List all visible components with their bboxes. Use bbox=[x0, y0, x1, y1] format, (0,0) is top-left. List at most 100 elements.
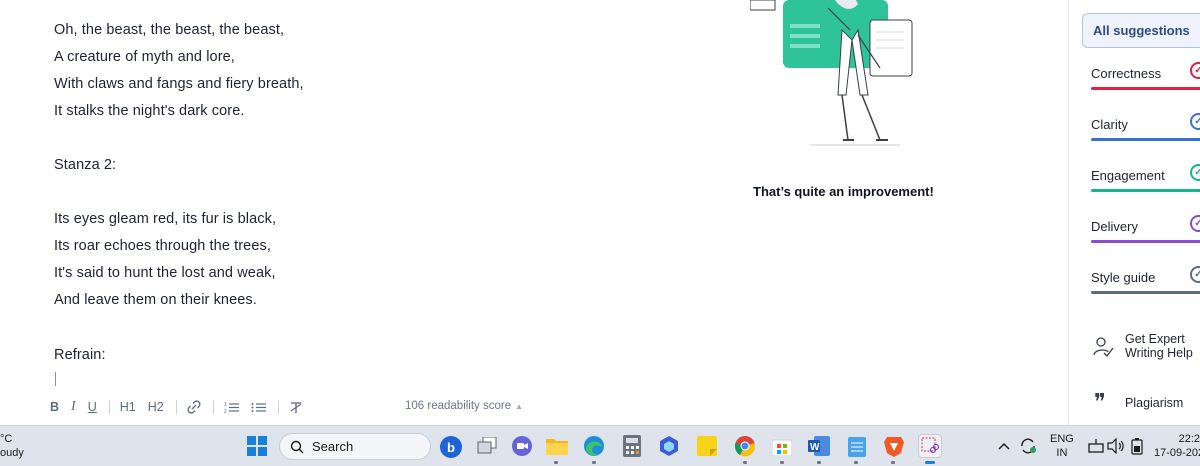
text-caret bbox=[55, 372, 56, 386]
category-style-guide[interactable]: Style guide ✓ bbox=[1091, 266, 1200, 295]
clock-time: 22:2 bbox=[1178, 433, 1200, 445]
poem-line: It stalks the night's dark core. bbox=[54, 103, 245, 119]
poem-line: Its eyes gleam red, its fur is black, bbox=[54, 211, 277, 227]
poem-line: With claws and fangs and fiery breath, bbox=[54, 76, 304, 92]
category-label: Delivery bbox=[1091, 219, 1138, 234]
link-icon[interactable] bbox=[187, 400, 201, 414]
category-correctness[interactable]: Correctness ✓ bbox=[1091, 62, 1200, 91]
checkmark-icon: ✓ bbox=[1190, 215, 1200, 232]
category-label: Style guide bbox=[1091, 270, 1156, 285]
poem-line: Its roar echoes through the trees, bbox=[54, 238, 271, 254]
svg-text:1: 1 bbox=[224, 402, 227, 408]
taskbar-search[interactable]: Search bbox=[279, 433, 431, 460]
toolbar-divider bbox=[212, 400, 214, 414]
poem-line: Oh, the beast, the beast, the beast, bbox=[54, 22, 285, 38]
category-bar bbox=[1091, 138, 1200, 141]
all-suggestions-button[interactable]: All suggestions bbox=[1082, 13, 1200, 48]
task-view-icon[interactable] bbox=[475, 434, 499, 458]
stanza-heading: Stanza 2: bbox=[54, 157, 117, 173]
clock[interactable]: 22:2 17-09-202 bbox=[1150, 432, 1200, 460]
checkmark-icon: ✓ bbox=[1190, 266, 1200, 283]
bold-button[interactable]: B bbox=[50, 397, 59, 417]
quote-icon: ❞ bbox=[1094, 390, 1106, 415]
edge-browser-icon[interactable] bbox=[582, 434, 606, 458]
chevron-up-icon: ▲ bbox=[515, 402, 524, 411]
search-icon bbox=[290, 440, 304, 453]
region-code: IN bbox=[1056, 447, 1068, 459]
clock-date: 17-09-202 bbox=[1154, 447, 1200, 459]
weather-desc: oudy bbox=[0, 447, 24, 459]
category-delivery[interactable]: Delivery ✓ bbox=[1091, 215, 1200, 244]
language-code: ENG bbox=[1050, 433, 1074, 445]
running-indicator bbox=[554, 461, 558, 464]
italic-button[interactable]: I bbox=[71, 397, 76, 417]
svg-text:W: W bbox=[810, 442, 820, 453]
microsoft-store-icon[interactable] bbox=[770, 434, 794, 458]
battery-icon[interactable] bbox=[1125, 434, 1149, 458]
sticky-notes-icon[interactable] bbox=[695, 434, 719, 458]
category-engagement[interactable]: Engagement ✓ bbox=[1091, 164, 1200, 193]
document-editor[interactable]: Oh, the beast, the beast, the beast, A c… bbox=[0, 0, 1068, 425]
poem-line: And leave them on their knees. bbox=[54, 292, 257, 308]
chrome-icon[interactable] bbox=[733, 434, 757, 458]
svg-text:2: 2 bbox=[224, 409, 227, 414]
poem-line: It's said to hunt the lost and weak, bbox=[54, 265, 276, 281]
word-icon[interactable]: W bbox=[807, 434, 831, 458]
underline-button[interactable]: U bbox=[88, 397, 97, 417]
chevron-up-icon[interactable] bbox=[992, 434, 1016, 458]
heading2-button[interactable]: H2 bbox=[148, 397, 164, 417]
category-clarity[interactable]: Clarity ✓ bbox=[1091, 113, 1200, 142]
weather-widget[interactable]: °C oudy bbox=[0, 432, 24, 460]
category-label: Engagement bbox=[1091, 168, 1165, 183]
toolbar-divider bbox=[175, 400, 177, 414]
numbered-list-icon[interactable]: 12 bbox=[224, 401, 239, 414]
expert-help-label: Get Expert Writing Help bbox=[1125, 332, 1193, 360]
sync-icon[interactable] bbox=[1016, 434, 1040, 458]
refrain-heading: Refrain: bbox=[54, 347, 106, 363]
readability-score[interactable]: 106 readability score ▲ bbox=[405, 400, 523, 412]
category-bar bbox=[1091, 87, 1200, 90]
improvement-illustration bbox=[750, 0, 913, 146]
bing-icon[interactable]: b bbox=[440, 436, 462, 458]
category-bar bbox=[1091, 291, 1200, 294]
poem-line: A creature of myth and lore, bbox=[54, 49, 235, 65]
heading1-button[interactable]: H1 bbox=[120, 397, 136, 417]
category-bar bbox=[1091, 189, 1200, 192]
running-indicator bbox=[817, 461, 821, 464]
snipping-tool-icon[interactable] bbox=[918, 434, 942, 458]
plagiarism-label: Plagiarism bbox=[1125, 396, 1184, 410]
readability-score-text: 106 readability score bbox=[405, 400, 512, 412]
weather-temp: °C bbox=[0, 433, 13, 445]
clear-formatting-icon[interactable] bbox=[289, 401, 303, 414]
bulleted-list-icon[interactable] bbox=[251, 401, 266, 414]
file-explorer-icon[interactable] bbox=[545, 434, 569, 458]
category-bar bbox=[1091, 240, 1200, 243]
improvement-message: That’s quite an improvement! bbox=[753, 184, 934, 199]
calculator-icon[interactable] bbox=[620, 434, 644, 458]
language-indicator[interactable]: ENG IN bbox=[1050, 432, 1074, 460]
teams-chat-icon[interactable] bbox=[510, 434, 534, 458]
checkmark-icon: ✓ bbox=[1190, 62, 1200, 79]
running-indicator bbox=[780, 461, 784, 464]
plagiarism-button[interactable]: ❞ Plagiarism bbox=[1092, 390, 1200, 415]
windows-taskbar: °C oudy Search b W ENG IN 22:2 17-09-202 bbox=[0, 425, 1200, 466]
copilot-icon[interactable] bbox=[657, 434, 681, 458]
category-label: Correctness bbox=[1091, 66, 1162, 81]
active-indicator bbox=[925, 461, 935, 464]
windows-start-icon[interactable] bbox=[245, 434, 269, 458]
notepad-icon[interactable] bbox=[845, 434, 869, 458]
running-indicator bbox=[743, 461, 747, 464]
running-indicator bbox=[854, 461, 858, 464]
toolbar-divider bbox=[277, 400, 279, 414]
toolbar-divider bbox=[108, 400, 110, 414]
checkmark-icon: ✓ bbox=[1190, 113, 1200, 130]
format-toolbar: B I U H1 H2 12 bbox=[50, 397, 315, 417]
running-indicator bbox=[592, 461, 596, 464]
checkmark-icon: ✓ bbox=[1190, 164, 1200, 181]
brave-browser-icon[interactable] bbox=[882, 434, 906, 458]
category-label: Clarity bbox=[1091, 117, 1128, 132]
search-label: Search bbox=[312, 439, 354, 454]
expert-user-icon bbox=[1093, 337, 1114, 357]
running-indicator bbox=[891, 461, 895, 464]
get-expert-help-button[interactable]: Get Expert Writing Help bbox=[1092, 332, 1200, 364]
